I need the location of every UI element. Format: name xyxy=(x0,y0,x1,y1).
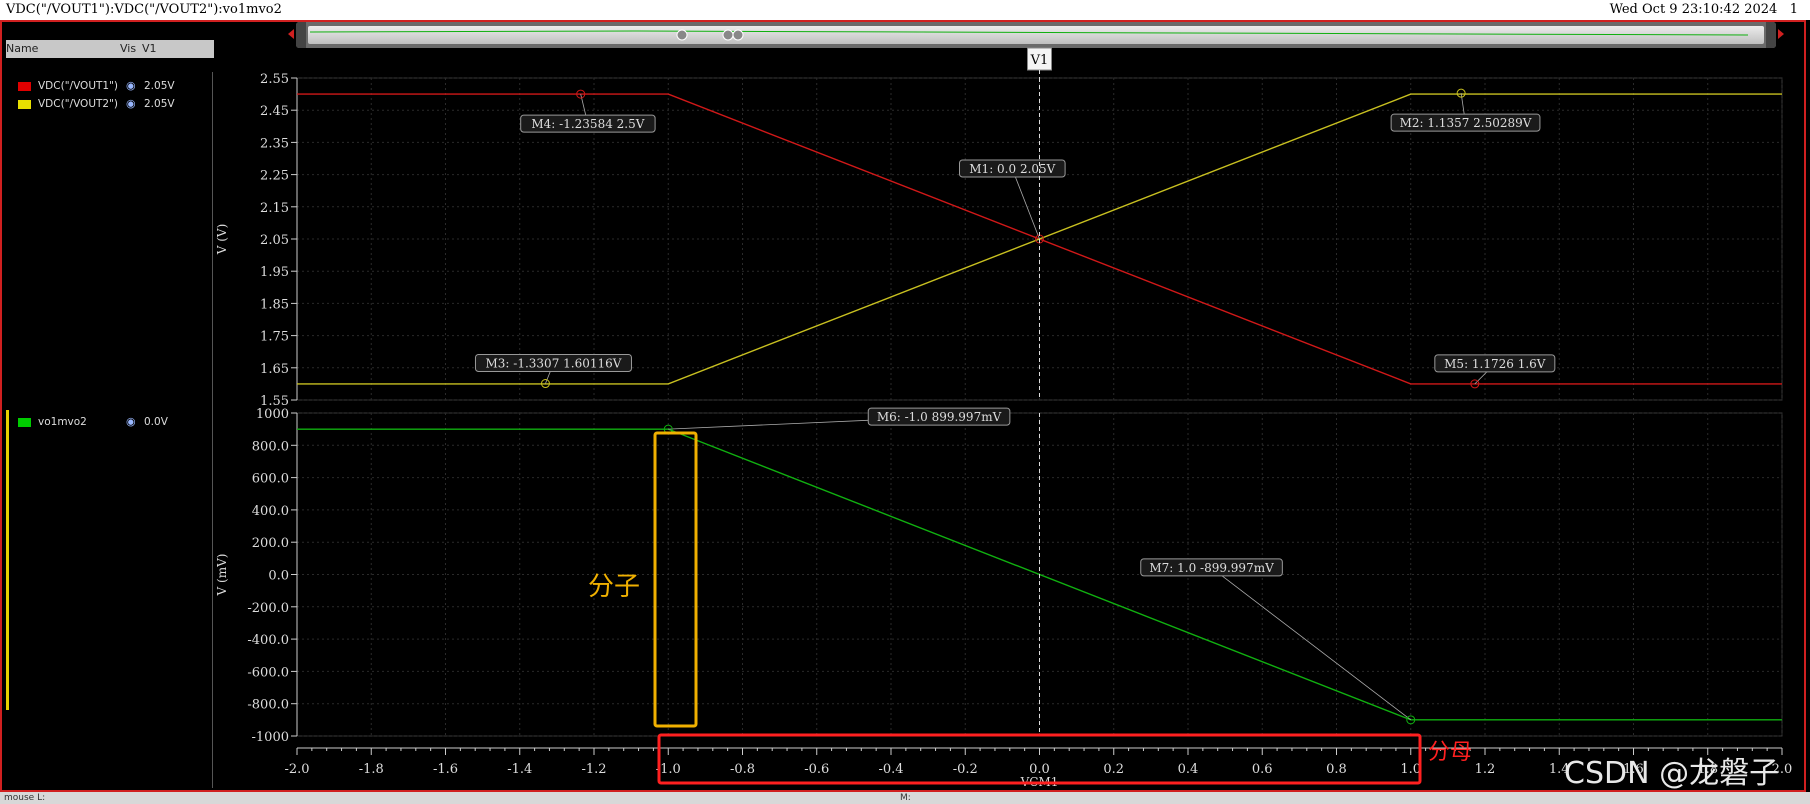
x-tick-label: -1.8 xyxy=(359,762,384,777)
y-tick-label: 1.75 xyxy=(260,330,289,345)
y-tick-label: -800.0 xyxy=(247,698,289,713)
y-tick-label: -200.0 xyxy=(247,601,289,616)
x-tick-label: 0.2 xyxy=(1103,762,1124,777)
y-axis-label: V (mV) xyxy=(215,554,229,597)
y-tick-label: -1000 xyxy=(252,730,289,745)
marker-label: M7: 1.0 -899.997mV xyxy=(1149,561,1274,575)
y-tick-label: -600.0 xyxy=(247,665,289,680)
x-tick-label: -0.4 xyxy=(878,762,903,777)
y-tick-label: 400.0 xyxy=(252,504,289,519)
y-tick-label: 1.85 xyxy=(260,297,289,312)
x-tick-label: -2.0 xyxy=(284,762,309,777)
waveform-plot[interactable]: 2.55 2.45 2.35 2.25 2.15 2.05 1.95 1.85 1.75 1.65… xyxy=(0,0,1810,804)
y-tick-label: 800.0 xyxy=(252,439,289,454)
y-tick-label: 2.05 xyxy=(260,233,289,248)
y-tick-label: 1000 xyxy=(256,407,289,422)
watermark: CSDN @龙磐子 xyxy=(1564,756,1780,791)
y-tick-label: 2.45 xyxy=(260,104,289,119)
y-tick-label: 600.0 xyxy=(252,472,289,487)
marker-label: M1: 0.0 2.05V xyxy=(969,162,1055,176)
x-tick-label: 0.4 xyxy=(1178,762,1199,777)
y-tick-label: 0.0 xyxy=(268,569,289,584)
x-tick-label: 1.0 xyxy=(1400,762,1421,777)
y-axis-label: V (V) xyxy=(215,224,229,256)
x-tick-label: -0.8 xyxy=(730,762,755,777)
x-tick-label: 0.8 xyxy=(1326,762,1347,777)
y-tick-label: 2.55 xyxy=(260,72,289,87)
marker-label: M2: 1.1357 2.50289V xyxy=(1400,116,1532,130)
y-tick-label: 2.35 xyxy=(260,136,289,151)
marker-label: M5: 1.1726 1.6V xyxy=(1444,357,1546,371)
y-tick-label: 2.25 xyxy=(260,169,289,184)
y-tick-label: 2.15 xyxy=(260,201,289,216)
x-tick-label: -1.2 xyxy=(581,762,606,777)
y-tick-label: 1.95 xyxy=(260,265,289,280)
marker-label: M6: -1.0 899.997mV xyxy=(877,410,1002,424)
x-tick-label: -1.4 xyxy=(507,762,532,777)
status-marker: M: xyxy=(900,793,911,803)
status-mouse: mouse L: xyxy=(4,793,46,803)
marker-label: M4: -1.23584 2.5V xyxy=(531,117,644,131)
x-tick-label: 0.6 xyxy=(1252,762,1273,777)
x-tick-label: -1.6 xyxy=(433,762,458,777)
x-tick-label: -0.2 xyxy=(953,762,978,777)
x-tick-label: -0.6 xyxy=(804,762,829,777)
numerator-annotation: 分子 xyxy=(588,572,641,602)
marker-label: M3: -1.3307 1.60116V xyxy=(486,357,622,371)
denominator-annotation: 分母 xyxy=(1428,740,1473,765)
y-tick-label: -400.0 xyxy=(247,633,289,648)
y-tick-label: 200.0 xyxy=(252,536,289,551)
status-bar: mouse L: M: xyxy=(0,792,1810,804)
y-tick-label: 1.65 xyxy=(260,362,289,377)
cursor-label: V1 xyxy=(1030,53,1049,68)
x-tick-label: 1.2 xyxy=(1475,762,1496,777)
